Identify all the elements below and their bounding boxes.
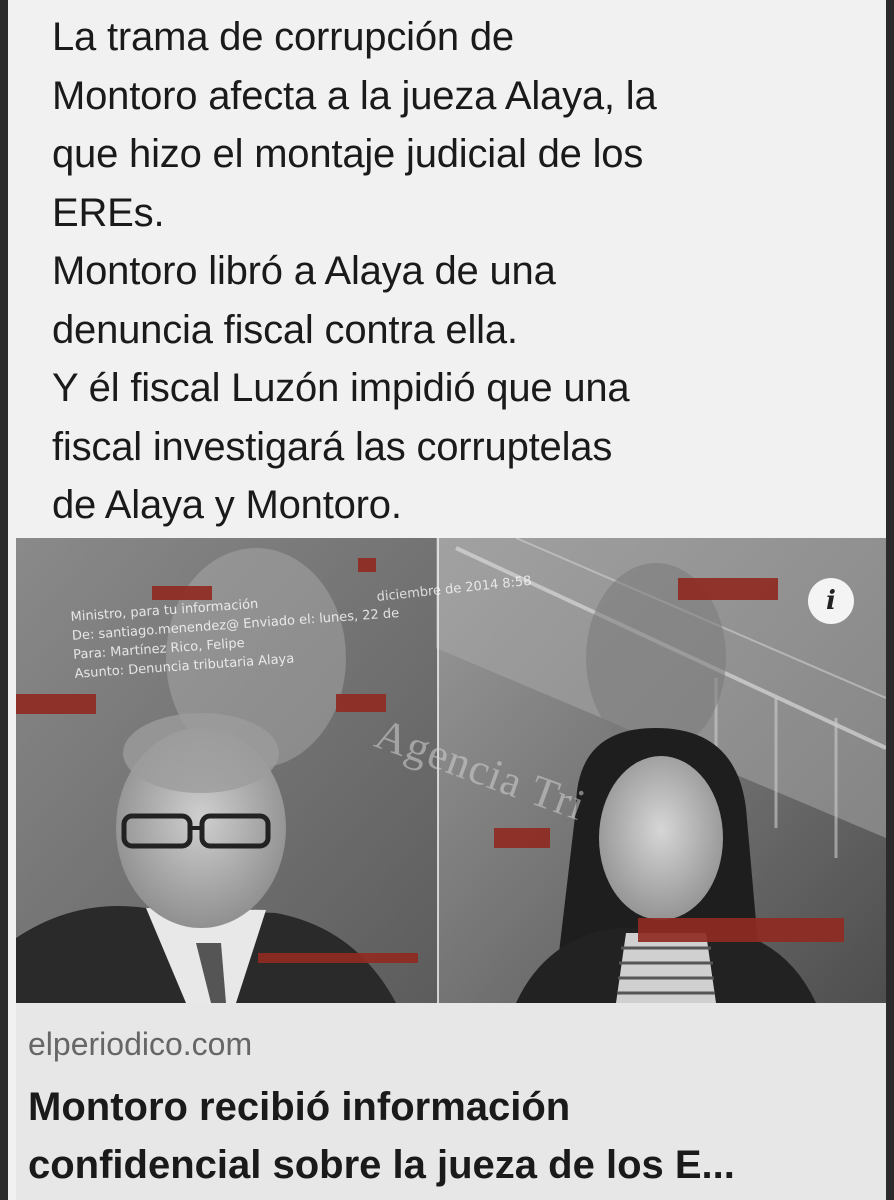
post-line: que hizo el montaje judicial de los bbox=[52, 132, 644, 176]
link-title[interactable]: Montoro recibió información confidencial… bbox=[28, 1078, 878, 1194]
post-line: fiscal investigará las corruptelas bbox=[52, 424, 613, 469]
post-line: Y él fiscal Luzón impidió que una bbox=[52, 366, 630, 410]
post-line: EREs. bbox=[52, 190, 165, 235]
info-icon[interactable]: i bbox=[808, 578, 854, 624]
screenshot-frame: La trama de corrupción de Montoro afecta… bbox=[0, 0, 894, 1200]
post-line: de Alaya y Montoro. bbox=[52, 483, 402, 527]
link-domain: elperiodico.com bbox=[28, 1026, 253, 1062]
post-line: La trama de corrupción de bbox=[52, 15, 514, 59]
link-preview-card[interactable]: Ministro, para tu información De: santia… bbox=[16, 538, 886, 1200]
link-preview-image[interactable]: Ministro, para tu información De: santia… bbox=[16, 538, 886, 1003]
woman-face bbox=[599, 756, 723, 920]
link-title-line: Montoro recibió información bbox=[28, 1085, 571, 1129]
post-line: Montoro libró a Alaya de una bbox=[52, 249, 556, 293]
social-post: La trama de corrupción de Montoro afecta… bbox=[8, 0, 886, 1200]
post-line: denuncia fiscal contra ella. bbox=[52, 307, 518, 352]
post-line: Montoro afecta a la jueza Alaya, la bbox=[52, 73, 657, 118]
post-text: La trama de corrupción de Montoro afecta… bbox=[52, 8, 852, 535]
link-title-line: confidencial sobre la jueza de los E... bbox=[28, 1143, 735, 1187]
